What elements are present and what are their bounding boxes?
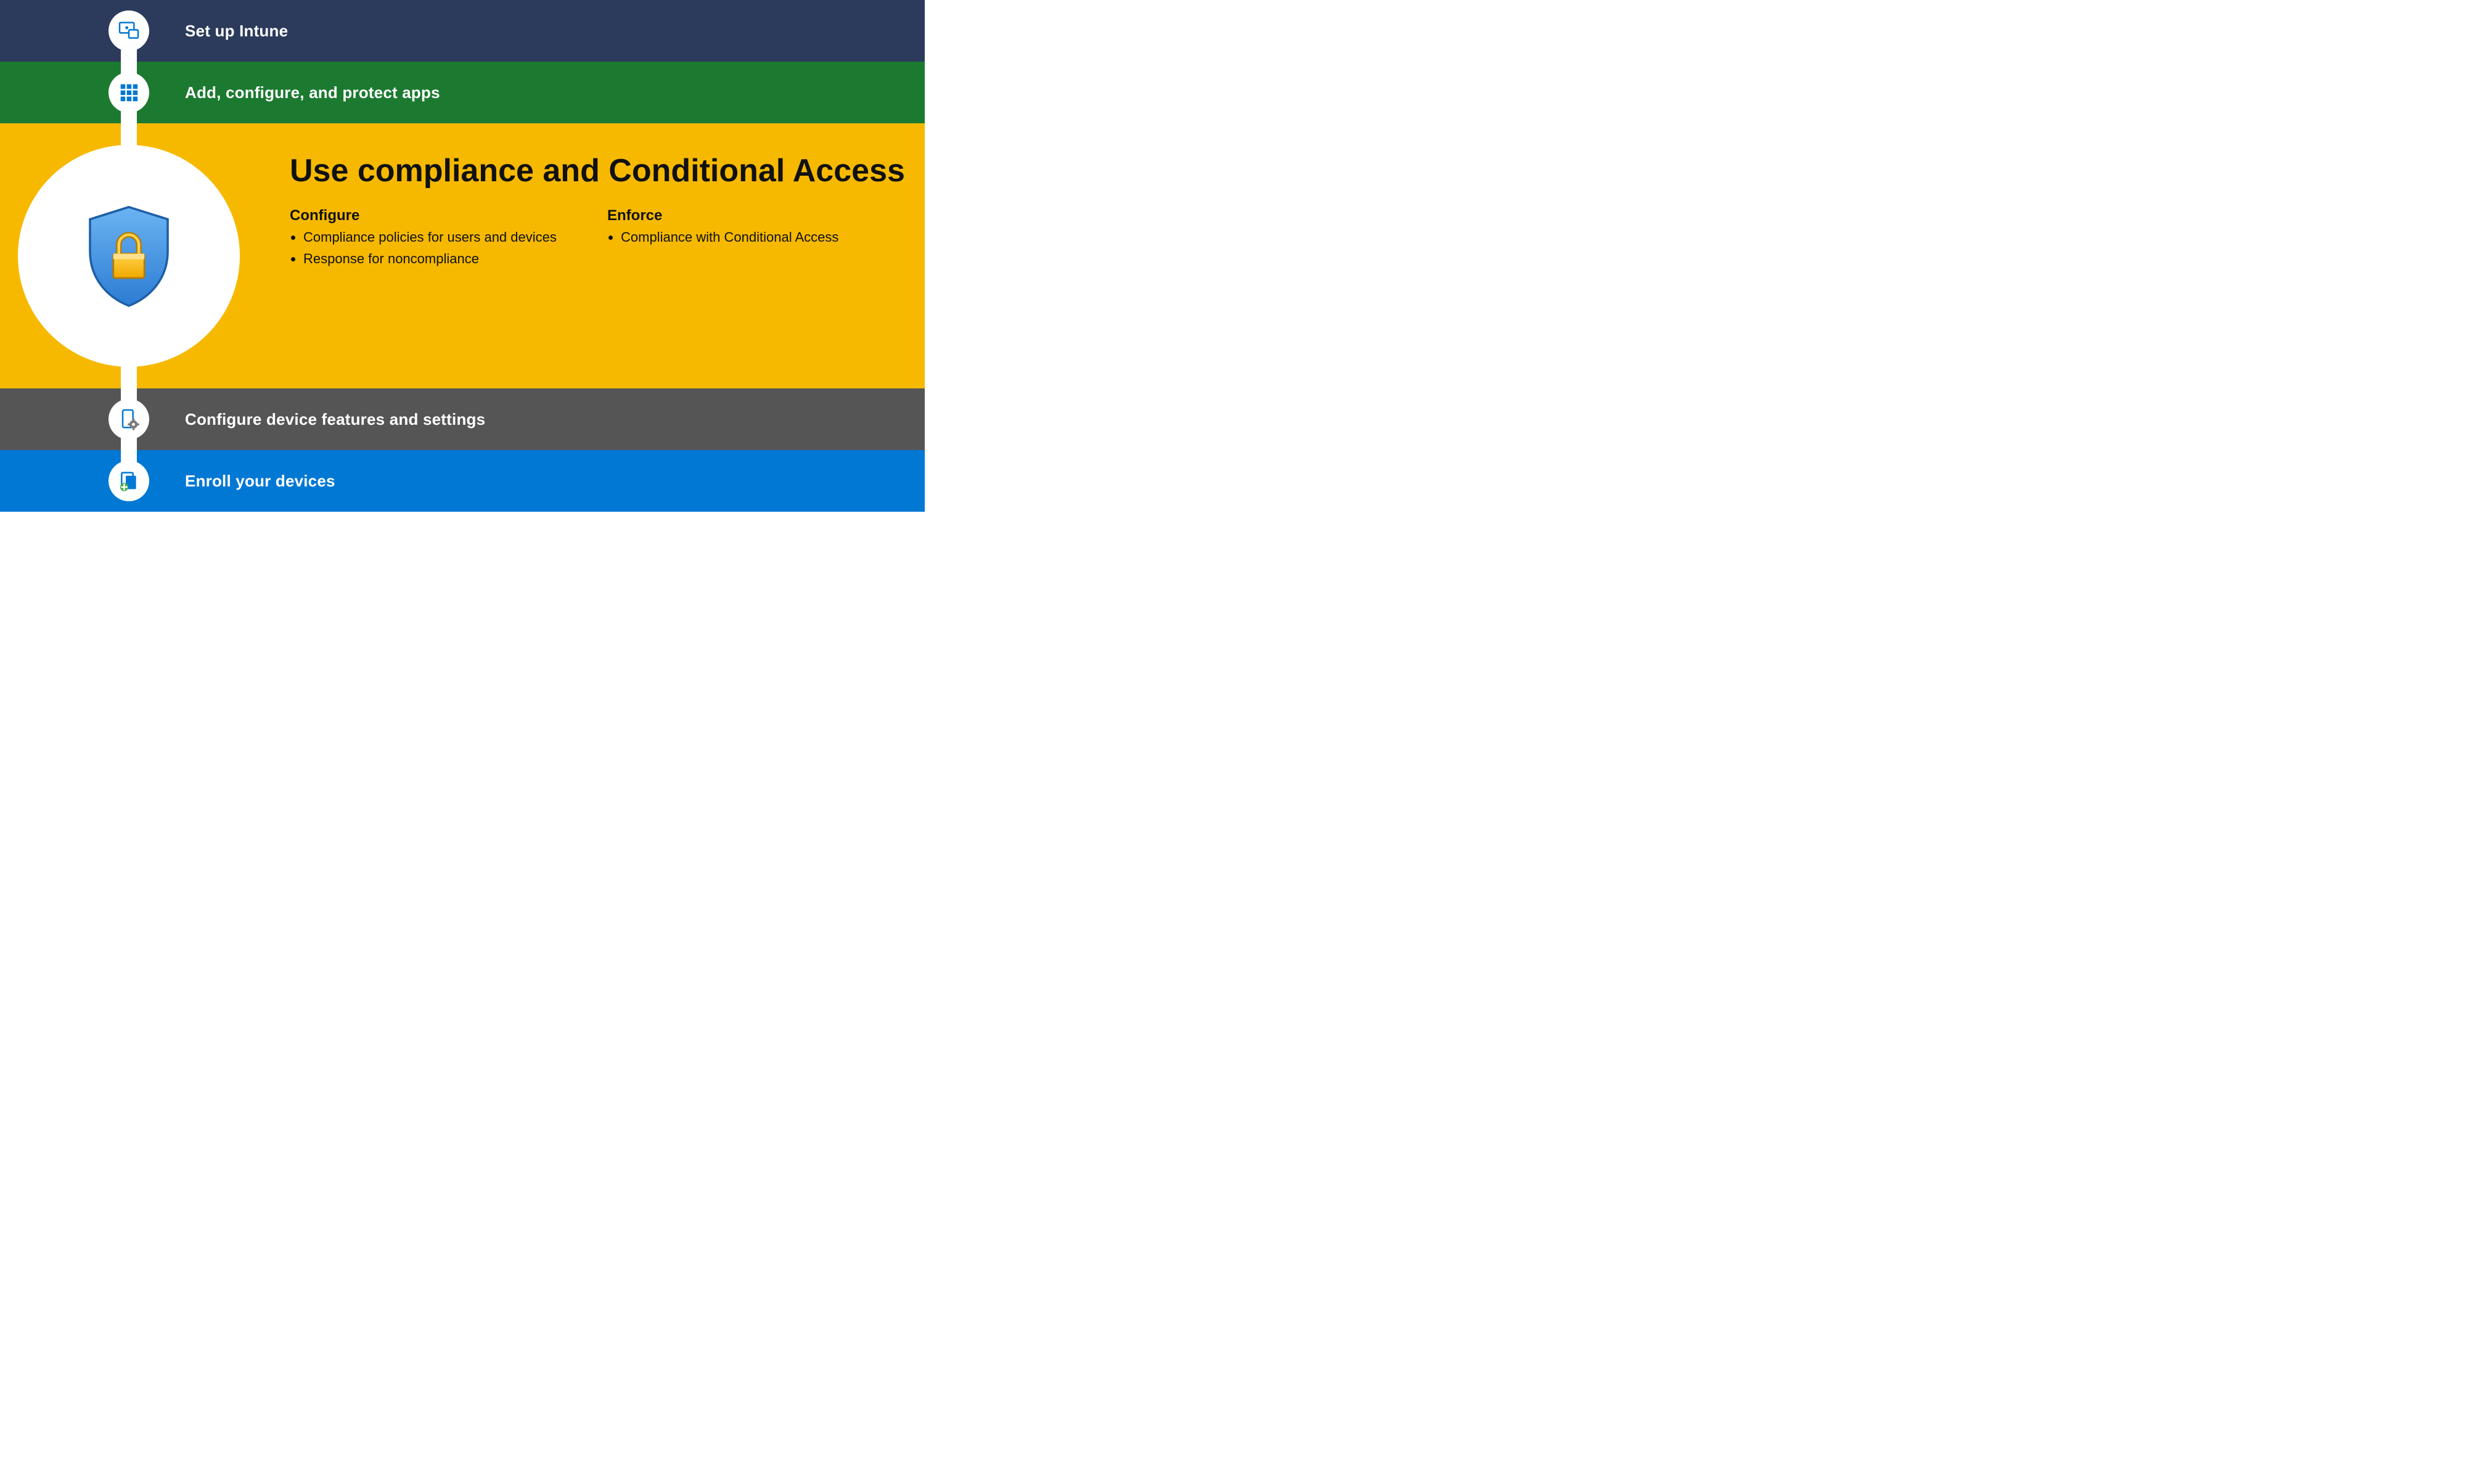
- step-enroll-label: Enroll your devices: [185, 472, 335, 491]
- column-enforce-list: Compliance with Conditional Access: [607, 228, 875, 247]
- step-compliance-active: Use compliance and Conditional Access Co…: [0, 123, 925, 388]
- column-enforce: Enforce Compliance with Conditional Acce…: [607, 207, 875, 272]
- device-gear-icon: [109, 399, 149, 440]
- active-step-title: Use compliance and Conditional Access: [290, 153, 925, 190]
- column-configure: Configure Compliance policies for users …: [290, 207, 558, 272]
- column-enforce-heading: Enforce: [607, 207, 875, 224]
- list-item: Compliance policies for users and device…: [303, 228, 558, 247]
- list-item: Compliance with Conditional Access: [621, 228, 875, 247]
- apps-grid-icon: [109, 72, 149, 113]
- monitor-icon: [109, 10, 149, 51]
- intune-steps-diagram: Set up Intune Add, configure, and protec…: [0, 0, 925, 512]
- enroll-devices-icon: [109, 461, 149, 501]
- step-device-features: Configure device features and settings: [0, 388, 925, 450]
- column-configure-heading: Configure: [290, 207, 558, 224]
- active-step-columns: Configure Compliance policies for users …: [290, 207, 875, 272]
- active-step-content: Use compliance and Conditional Access Co…: [185, 153, 925, 272]
- step-apps-label: Add, configure, and protect apps: [185, 83, 440, 102]
- step-enroll: Enroll your devices: [0, 450, 925, 512]
- step-device-features-label: Configure device features and settings: [185, 410, 485, 429]
- step-setup-intune: Set up Intune: [0, 0, 925, 62]
- step-apps: Add, configure, and protect apps: [0, 62, 925, 123]
- column-configure-list: Compliance policies for users and device…: [290, 228, 558, 268]
- shield-lock-icon: [18, 145, 240, 367]
- step-setup-label: Set up Intune: [185, 22, 288, 41]
- list-item: Response for noncompliance: [303, 250, 558, 268]
